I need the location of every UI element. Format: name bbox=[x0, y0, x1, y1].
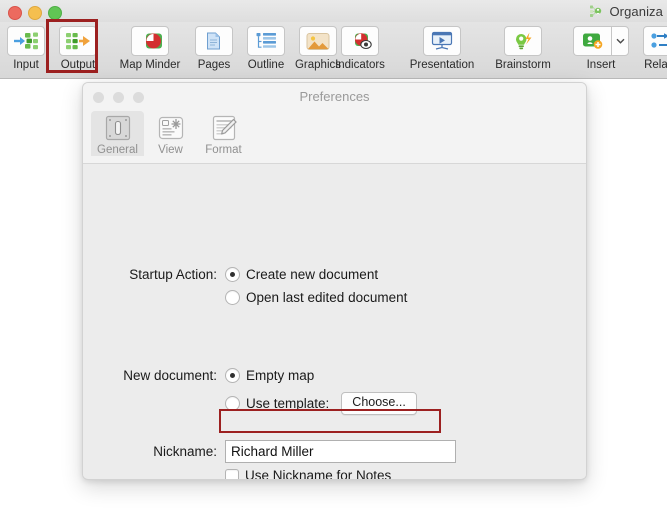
startup-action-row-2: Open last edited document bbox=[93, 290, 407, 305]
new-document-label: New document: bbox=[123, 368, 217, 383]
use-nickname-for-notes-label: Use Nickname for Notes bbox=[245, 468, 392, 480]
startup-open-last-label: Open last edited document bbox=[246, 290, 408, 305]
main-toolbar: Input Output Map Minder Pages Outline Gr… bbox=[0, 22, 667, 79]
general-tab-icon bbox=[105, 115, 130, 141]
choose-template-button[interactable]: Choose... bbox=[341, 392, 417, 415]
minimize-window-button[interactable] bbox=[28, 6, 42, 20]
toolbar-pages-button[interactable]: Pages bbox=[188, 22, 240, 71]
new-document-use-template-label: Use template: bbox=[246, 395, 330, 411]
window-title: Organiza bbox=[589, 0, 667, 22]
startup-action-label: Startup Action: bbox=[129, 267, 217, 282]
format-tab-icon bbox=[212, 115, 237, 141]
toolbar-indicators-button[interactable]: Indicators bbox=[322, 22, 398, 71]
toolbar-item-label: Map Minder bbox=[119, 59, 181, 71]
chevron-down-icon bbox=[616, 38, 624, 44]
pages-icon bbox=[207, 32, 220, 50]
toolbar-item-label: Brainstorm bbox=[495, 59, 551, 71]
new-document-use-template-radio[interactable] bbox=[225, 395, 240, 411]
preferences-tab-bar: General View Format bbox=[83, 111, 586, 164]
close-window-button[interactable] bbox=[8, 6, 22, 20]
toolbar-item-label: Relatio bbox=[644, 59, 667, 71]
toolbar-item-label: Input bbox=[13, 59, 39, 71]
toolbar-brainstorm-button[interactable]: Brainstorm bbox=[484, 22, 562, 71]
app-mindmap-icon bbox=[590, 5, 602, 17]
tab-label: Format bbox=[205, 144, 242, 156]
tab-label: General bbox=[97, 144, 138, 156]
preferences-titlebar: Preferences bbox=[83, 83, 586, 111]
toolbar-input-button[interactable]: Input bbox=[0, 22, 52, 71]
insert-icon bbox=[582, 33, 602, 49]
preferences-general-panel: Startup Action: Create new document Open… bbox=[83, 164, 586, 480]
window-title-text: Organiza bbox=[609, 3, 663, 19]
nickname-row: Nickname: bbox=[93, 440, 456, 463]
output-icon bbox=[66, 33, 90, 50]
preferences-window: Preferences General View Format Startup … bbox=[82, 82, 587, 480]
indicators-icon bbox=[355, 33, 372, 50]
zoom-window-button[interactable] bbox=[48, 6, 62, 20]
toolbar-item-label: Presentation bbox=[409, 59, 475, 71]
view-tab-icon bbox=[158, 116, 183, 140]
startup-create-new-label: Create new document bbox=[246, 267, 379, 282]
input-icon bbox=[14, 32, 38, 50]
insert-dropdown-button[interactable] bbox=[611, 26, 629, 56]
window-titlebar: Organiza bbox=[0, 0, 667, 23]
new-document-empty-map-radio[interactable] bbox=[225, 368, 240, 383]
toolbar-item-label: Output bbox=[60, 59, 96, 71]
tab-label: View bbox=[158, 144, 183, 156]
toolbar-item-label: Outline bbox=[247, 59, 285, 71]
relation-icon bbox=[651, 33, 667, 48]
preferences-title: Preferences bbox=[299, 89, 370, 104]
toolbar-output-button[interactable]: Output bbox=[52, 22, 104, 71]
toolbar-relation-button[interactable]: Relatio bbox=[632, 22, 667, 71]
toolbar-item-label: Insert bbox=[586, 59, 616, 71]
map-minder-icon bbox=[146, 33, 162, 49]
tab-general[interactable]: General bbox=[91, 111, 144, 156]
startup-open-last-radio[interactable] bbox=[225, 290, 240, 305]
tab-view[interactable]: View bbox=[144, 111, 197, 156]
toolbar-item-label: Pages bbox=[197, 59, 231, 71]
toolbar-item-label: Indicators bbox=[335, 59, 385, 71]
new-document-row-1: New document: Empty map bbox=[93, 368, 314, 383]
toolbar-presentation-button[interactable]: Presentation bbox=[400, 22, 484, 71]
startup-create-new-radio[interactable] bbox=[225, 267, 240, 282]
toolbar-insert-button[interactable]: Insert bbox=[570, 22, 632, 71]
toolbar-map-minder-button[interactable]: Map Minder bbox=[112, 22, 188, 71]
use-nickname-for-notes-row: Use Nickname for Notes bbox=[93, 468, 392, 480]
brainstorm-icon bbox=[516, 32, 532, 50]
tab-format[interactable]: Format bbox=[197, 111, 250, 156]
new-document-row-2: Use template: Choose... bbox=[93, 392, 417, 415]
outline-icon bbox=[256, 32, 276, 48]
toolbar-outline-button[interactable]: Outline bbox=[240, 22, 292, 71]
application-window: Organiza Input Output Map Minder Pages O… bbox=[0, 0, 667, 517]
use-nickname-for-notes-checkbox[interactable] bbox=[225, 468, 239, 479]
nickname-input[interactable] bbox=[225, 440, 456, 463]
presentation-icon bbox=[431, 31, 453, 50]
new-document-empty-map-label: Empty map bbox=[246, 368, 315, 383]
nickname-label: Nickname: bbox=[153, 444, 217, 459]
startup-action-row-1: Startup Action: Create new document bbox=[93, 267, 378, 282]
